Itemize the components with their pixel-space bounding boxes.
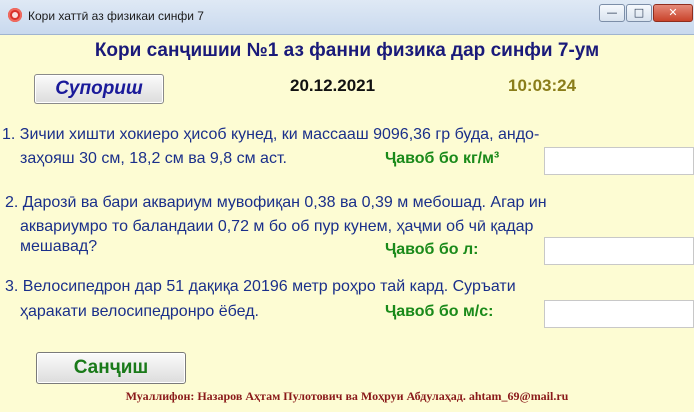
- question-3-answer-input[interactable]: [544, 300, 694, 328]
- window-title: Кори хаттӣ аз физикаи синфи 7: [28, 9, 204, 23]
- close-button[interactable]: ✕: [653, 4, 693, 22]
- question-3-text-line-2: ҳаракати велосипедронро ёбед.: [20, 303, 259, 320]
- question-1-text-line-1: 1. Зичии хишти хокиеро ҳисоб кунед, ки м…: [2, 126, 540, 143]
- question-2-text-line-2: аквариумро то баландаии 0,72 м бо об пур…: [20, 218, 534, 235]
- authors-footer: Муаллифон: Назаров Аҳтам Пулотович ва Мо…: [125, 389, 569, 403]
- minimize-icon: —: [606, 6, 618, 19]
- question-2-text-line-1: 2. Дарозӣ ва бари аквариум мувофиқан 0,3…: [5, 194, 547, 211]
- question-2-answer-input[interactable]: [544, 237, 694, 265]
- date-display: 20.12.2021: [290, 76, 376, 95]
- check-button[interactable]: Санҷиш: [36, 352, 186, 384]
- maximize-button[interactable]: □: [626, 4, 652, 22]
- start-task-button[interactable]: Супориш: [34, 74, 164, 104]
- question-3-text-line-1: 3. Велосипедрон дар 51 дақиқа 20196 метр…: [5, 278, 516, 295]
- question-1-answer-label: Ҷавоб бо кг/м³: [385, 150, 500, 167]
- question-2-answer-label: Ҷавоб бо л:: [385, 241, 479, 258]
- app-icon: [8, 8, 22, 22]
- test-heading: Кори санҷишии №1 аз фанни физика дар син…: [94, 40, 600, 61]
- maximize-icon: □: [633, 6, 645, 19]
- app-window: Кори хаттӣ аз физикаи синфи 7 — □ ✕ Кори…: [0, 0, 694, 412]
- minimize-button[interactable]: —: [599, 4, 625, 22]
- question-1-text-line-2: заҳояш 30 см, 18,2 см ва 9,8 см аст.: [20, 150, 287, 167]
- title-bar: Кори хаттӣ аз физикаи синфи 7 — □ ✕: [0, 0, 694, 35]
- question-3-answer-label: Ҷавоб бо м/с:: [385, 303, 494, 320]
- question-1-answer-input[interactable]: [544, 147, 694, 175]
- question-2-text-line-3: мешавад?: [20, 238, 98, 255]
- time-display: 10:03:24: [508, 76, 577, 95]
- close-icon: ✕: [668, 6, 678, 19]
